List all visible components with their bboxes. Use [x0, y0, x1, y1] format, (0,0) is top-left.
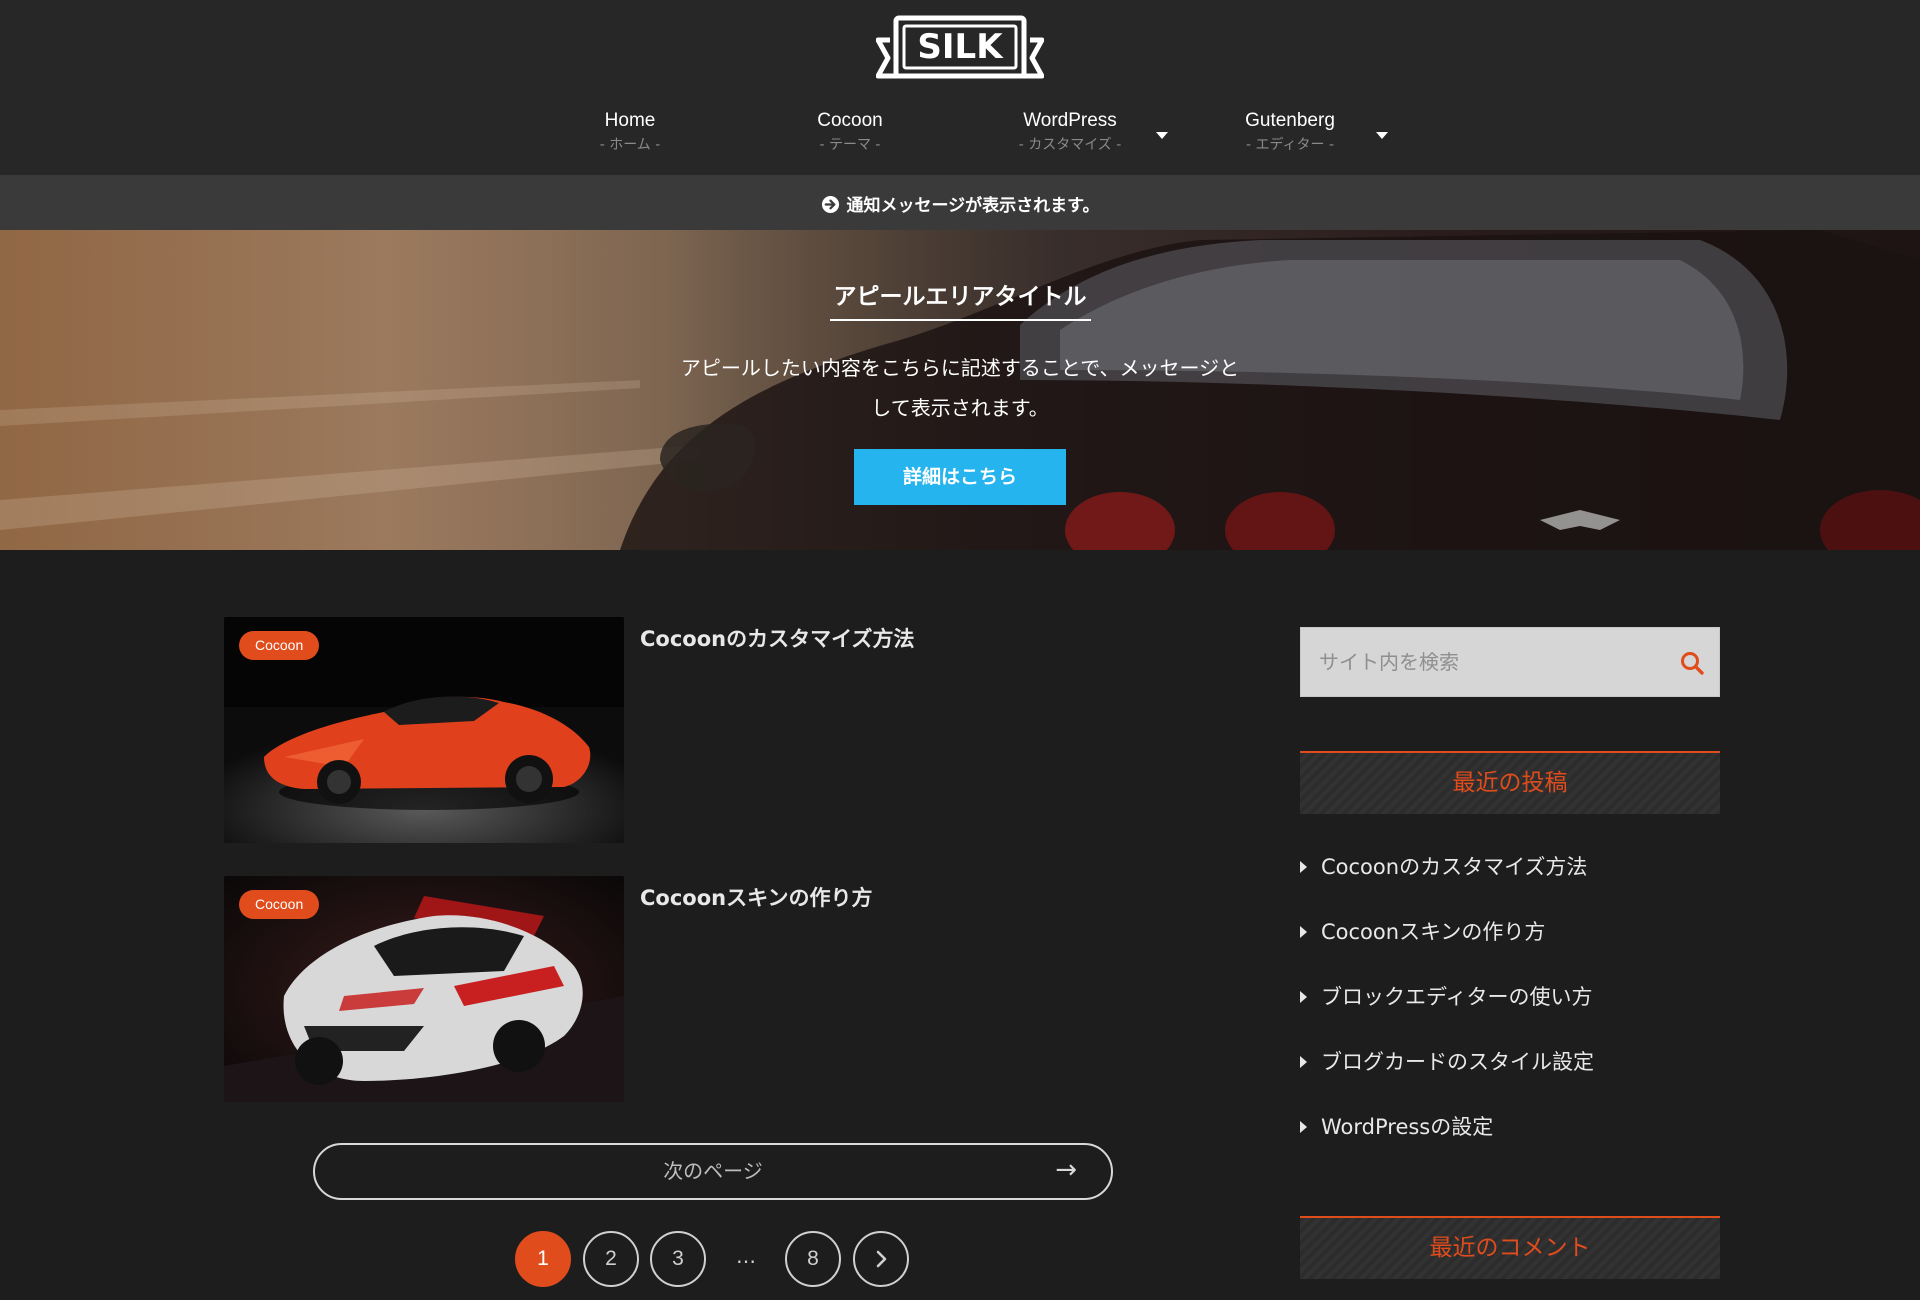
- next-page-label: 次のページ: [663, 1159, 763, 1183]
- page-ellipsis: …: [736, 1244, 756, 1268]
- nav-sublabel: - エディター -: [1245, 137, 1335, 153]
- search-input[interactable]: [1301, 628, 1661, 696]
- recent-post-link[interactable]: Cocoonスキンの作り方: [1300, 917, 1720, 947]
- recent-post-label: WordPressの設定: [1321, 1115, 1494, 1139]
- notice-bar[interactable]: 通知メッセージが表示されます。: [0, 175, 1920, 230]
- nav-sublabel: - カスタマイズ -: [1018, 137, 1122, 153]
- nav-sublabel: - ホーム -: [599, 137, 661, 153]
- site-header: SILK Home - ホーム - Cocoon - テーマ - WordPre…: [0, 0, 1920, 175]
- next-page-chevron-button[interactable]: [853, 1231, 909, 1287]
- recent-post-link[interactable]: ブロックエディターの使い方: [1300, 982, 1720, 1012]
- appeal-title-text: アピールエリアタイトル: [829, 277, 1091, 321]
- caret-right-icon: [1300, 926, 1307, 938]
- recent-post-label: Cocoonスキンの作り方: [1321, 920, 1546, 944]
- caret-right-icon: [1300, 991, 1307, 1003]
- widget-title-recent-comments: 最近のコメント: [1300, 1216, 1720, 1279]
- post-card[interactable]: Cocoon Cocoonスキンの作り方: [224, 876, 1224, 1104]
- post-card[interactable]: Cocoon Cocoonのカスタマイズ方法: [224, 617, 1224, 845]
- nav-sublabel: - テーマ -: [819, 137, 881, 153]
- post-thumbnail[interactable]: Cocoon: [224, 876, 624, 1102]
- dropdown-caret-icon[interactable]: [1156, 132, 1168, 139]
- logo-ribbon-icon: SILK: [875, 15, 1045, 79]
- nav-item-wordpress[interactable]: WordPress - カスタマイズ -: [960, 108, 1180, 168]
- page-number[interactable]: 8: [785, 1231, 841, 1287]
- arrow-right-icon: →: [1055, 1155, 1077, 1185]
- logo-text: SILK: [917, 27, 1004, 67]
- appeal-message-line: アピールしたい内容をこちらに記述することで、メッセージと: [680, 356, 1240, 380]
- recent-post-label: ブログカードのスタイル設定: [1321, 1050, 1594, 1074]
- category-badge[interactable]: Cocoon: [239, 631, 320, 660]
- main-nav: Home - ホーム - Cocoon - テーマ - WordPress - …: [0, 108, 1920, 168]
- arrow-circle-right-icon: [821, 195, 839, 214]
- caret-right-icon: [1300, 1121, 1307, 1133]
- nav-item-gutenberg[interactable]: Gutenberg - エディター -: [1180, 108, 1400, 168]
- post-title[interactable]: Cocoonスキンの作り方: [640, 882, 872, 912]
- recent-post-link[interactable]: ブログカードのスタイル設定: [1300, 1047, 1720, 1077]
- caret-right-icon: [1300, 861, 1307, 873]
- next-page-button[interactable]: 次のページ →: [313, 1143, 1113, 1200]
- notice-content: 通知メッセージが表示されます。: [0, 191, 1920, 216]
- nav-label: WordPress: [1023, 110, 1117, 131]
- recent-post-link[interactable]: Cocoonのカスタマイズ方法: [1300, 852, 1720, 882]
- dropdown-caret-icon[interactable]: [1376, 132, 1388, 139]
- appeal-message-line: して表示されます。: [871, 396, 1049, 420]
- notice-text: 通知メッセージが表示されます。: [846, 196, 1100, 216]
- appeal-area: アピールエリアタイトル アピールしたい内容をこちらに記述することで、メッセージと…: [0, 230, 1920, 550]
- nav-label: Home: [604, 110, 656, 131]
- recent-post-link[interactable]: WordPressの設定: [1300, 1112, 1720, 1142]
- recent-post-label: ブロックエディターの使い方: [1321, 985, 1593, 1009]
- nav-item-cocoon[interactable]: Cocoon - テーマ -: [740, 108, 960, 168]
- widget-title-recent-posts: 最近の投稿: [1300, 751, 1720, 814]
- page-number-current[interactable]: 1: [515, 1231, 571, 1287]
- site-logo[interactable]: SILK: [875, 14, 1045, 88]
- caret-right-icon: [1300, 1056, 1307, 1068]
- page-number[interactable]: 3: [650, 1231, 706, 1287]
- post-thumbnail[interactable]: Cocoon: [224, 617, 624, 843]
- appeal-details-button[interactable]: 詳細はこちら: [854, 449, 1066, 505]
- recent-post-label: Cocoonのカスタマイズ方法: [1321, 855, 1588, 879]
- nav-item-home[interactable]: Home - ホーム -: [520, 108, 740, 168]
- category-badge[interactable]: Cocoon: [239, 890, 320, 919]
- nav-label: Cocoon: [817, 110, 883, 131]
- nav-label: Gutenberg: [1245, 110, 1335, 131]
- page-number[interactable]: 2: [583, 1231, 639, 1287]
- appeal-title: アピールエリアタイトル: [0, 277, 1920, 321]
- sidebar-search: [1300, 627, 1720, 697]
- appeal-message: アピールしたい内容をこちらに記述することで、メッセージと して表示されます。: [640, 348, 1280, 428]
- search-icon[interactable]: [1679, 650, 1705, 676]
- post-title[interactable]: Cocoonのカスタマイズ方法: [640, 623, 914, 653]
- chevron-right-icon: [876, 1250, 887, 1268]
